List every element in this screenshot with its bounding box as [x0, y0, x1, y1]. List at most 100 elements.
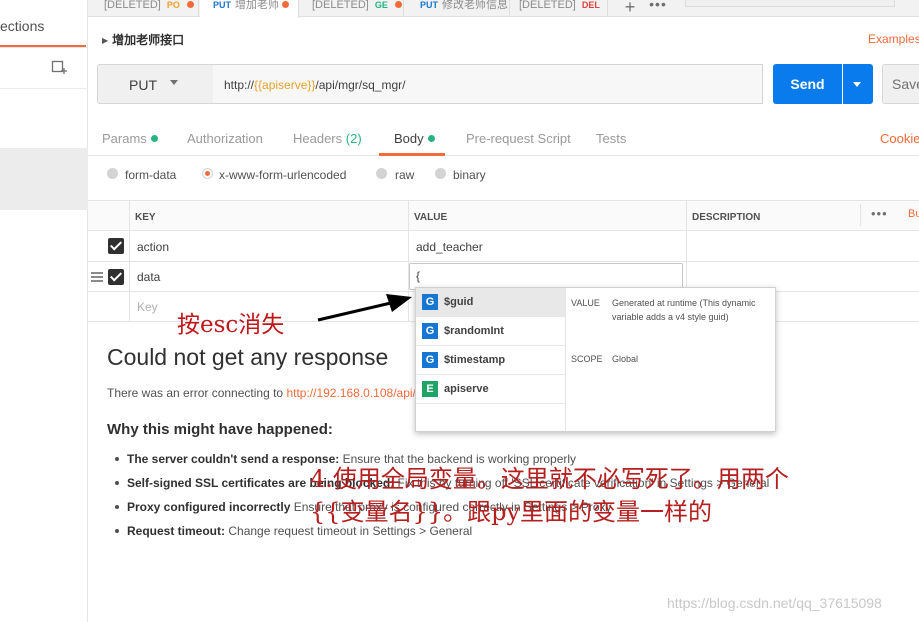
- sidebar-tab-collections[interactable]: ections: [0, 18, 44, 34]
- radio-label-form-data: form-data: [125, 168, 177, 182]
- unsaved-dot: [394, 1, 402, 8]
- tab-tests[interactable]: Tests: [596, 131, 626, 146]
- environment-selector[interactable]: [685, 0, 895, 7]
- examples-link[interactable]: Examples: [868, 32, 919, 46]
- tab-prerequest-script[interactable]: Pre-request Script: [466, 131, 571, 146]
- tab-label: [DELETED]: [312, 0, 369, 11]
- global-badge-icon: G: [422, 352, 438, 368]
- autocomplete-item[interactable]: E apiserve: [416, 375, 566, 404]
- request-tab[interactable]: [DELETED] PO: [88, 0, 199, 17]
- row-checkbox[interactable]: [108, 269, 124, 285]
- autocomplete-item[interactable]: G $guid: [416, 288, 566, 317]
- row-value[interactable]: add_teacher: [416, 240, 483, 254]
- response-title: Could not get any response: [107, 344, 389, 370]
- url-input[interactable]: http://{{apiserve}}/api/mgr/sq_mgr/: [213, 64, 763, 104]
- global-badge-icon: G: [422, 323, 438, 339]
- detail-label-scope: SCOPE: [571, 354, 603, 364]
- detail-scope-text: Global: [612, 354, 639, 364]
- url-prefix: http://: [224, 78, 255, 92]
- column-header-key: KEY: [135, 212, 156, 223]
- tab-authorization[interactable]: Authorization: [187, 131, 263, 146]
- request-title[interactable]: ▶ 增加老师接口: [102, 31, 184, 48]
- sidebar: ections: [0, 0, 88, 622]
- request-tab[interactable]: [DELETED] DEL: [511, 0, 608, 17]
- row-key[interactable]: action: [137, 240, 169, 254]
- send-dropdown-button[interactable]: [843, 64, 873, 104]
- autocomplete-item[interactable]: G $timestamp: [416, 346, 566, 375]
- unsaved-dot: [282, 1, 289, 8]
- drag-handle-icon[interactable]: [91, 272, 103, 282]
- send-button[interactable]: Send: [773, 64, 842, 104]
- environment-badge-icon: E: [422, 381, 438, 397]
- headers-count: (2): [345, 131, 362, 146]
- status-dot: [427, 135, 435, 142]
- tab-label: Headers: [293, 131, 343, 146]
- column-header-description: DESCRIPTION: [692, 212, 761, 223]
- autocomplete-list: G $guid G $randomInt G $timestamp E apis…: [416, 288, 566, 431]
- caret-right-icon: ▶: [102, 36, 109, 45]
- request-tab[interactable]: PUT 修改老师信息: [405, 0, 510, 17]
- radio-label-raw: raw: [395, 168, 415, 182]
- variable-name: $guid: [444, 296, 474, 308]
- radio-label-binary: binary: [453, 168, 486, 182]
- new-tab-button[interactable]: +: [617, 0, 643, 17]
- global-badge-icon: G: [422, 294, 438, 310]
- tab-body[interactable]: Body: [394, 131, 435, 146]
- params-table-header: KEY VALUE DESCRIPTION: [88, 200, 919, 231]
- save-button[interactable]: Save: [882, 64, 919, 104]
- url-suffix: /api/mgr/sq_mgr/: [315, 78, 406, 92]
- tab-method-tag: GE: [374, 0, 388, 10]
- row-divider: [88, 261, 919, 262]
- row-checkbox[interactable]: [108, 238, 124, 254]
- url-variable: {{apiserve}}: [254, 78, 316, 92]
- sidebar-divider: [0, 88, 88, 89]
- why-heading: Why this might have happened:: [107, 421, 333, 438]
- chevron-down-icon: [853, 82, 861, 87]
- sidebar-divider: [0, 47, 88, 48]
- annotation-note-line: 4.使用全局变量。这里就不必写死了。用两个: [310, 465, 789, 493]
- tab-label: 增加老师: [235, 0, 279, 11]
- row-key[interactable]: data: [137, 270, 160, 284]
- method-label: PUT: [129, 77, 157, 93]
- new-collection-icon[interactable]: [51, 59, 67, 75]
- status-dot: [150, 135, 158, 142]
- request-tab-bar: [DELETED] PO PUT 增加老师 [DELETED] GE PUT 修改老…: [88, 0, 919, 18]
- cookies-link[interactable]: Cookies: [880, 131, 919, 146]
- request-tabs: Params Authorization Headers (2) Body Pr…: [88, 120, 919, 156]
- tab-headers[interactable]: Headers (2): [293, 131, 362, 146]
- request-tab[interactable]: [DELETED] GE: [300, 0, 404, 17]
- watermark: https://blog.csdn.net/qq_37615098: [667, 595, 882, 611]
- radio-raw[interactable]: [376, 168, 387, 179]
- request-tab-active[interactable]: PUT 增加老师: [200, 0, 299, 18]
- error-text: There was an error connecting to: [107, 386, 287, 400]
- column-header-value: VALUE: [414, 212, 448, 223]
- response-error: There was an error connecting to http://…: [107, 386, 416, 400]
- request-name: 增加老师接口: [112, 33, 185, 47]
- tab-params[interactable]: Params: [102, 131, 158, 146]
- radio-label-urlencoded: x-www-form-urlencoded: [219, 168, 347, 182]
- value-input[interactable]: [409, 263, 683, 290]
- column-divider: [860, 204, 861, 226]
- tab-label: [DELETED]: [519, 0, 576, 11]
- tab-label: 修改老师信息: [442, 0, 508, 11]
- bulk-edit-link[interactable]: Bu: [908, 208, 919, 220]
- radio-binary[interactable]: [435, 168, 446, 179]
- error-link[interactable]: http://192.168.0.108/api/: [286, 386, 415, 400]
- tab-method-tag: DEL: [581, 0, 600, 10]
- key-placeholder[interactable]: Key: [137, 300, 158, 314]
- autocomplete-item[interactable]: G $randomInt: [416, 317, 566, 346]
- tab-label: [DELETED]: [104, 0, 161, 11]
- variable-autocomplete: G $guid G $randomInt G $timestamp E apis…: [415, 287, 776, 432]
- variable-name: apiserve: [444, 383, 489, 395]
- radio-urlencoded[interactable]: [202, 168, 213, 179]
- tab-method: PUT: [420, 0, 438, 10]
- method-select[interactable]: PUT: [97, 64, 214, 104]
- unsaved-dot: [606, 1, 607, 8]
- sidebar-selected-item[interactable]: [0, 148, 88, 210]
- table-more-button[interactable]: •••: [871, 206, 888, 221]
- tabs-more-button[interactable]: •••: [645, 0, 671, 16]
- reason-title: The server couldn't send a response:: [127, 452, 340, 466]
- detail-value-text: Generated at runtime (This dynamic varia…: [612, 298, 756, 322]
- radio-form-data[interactable]: [107, 168, 118, 179]
- tab-label: Body: [394, 131, 424, 146]
